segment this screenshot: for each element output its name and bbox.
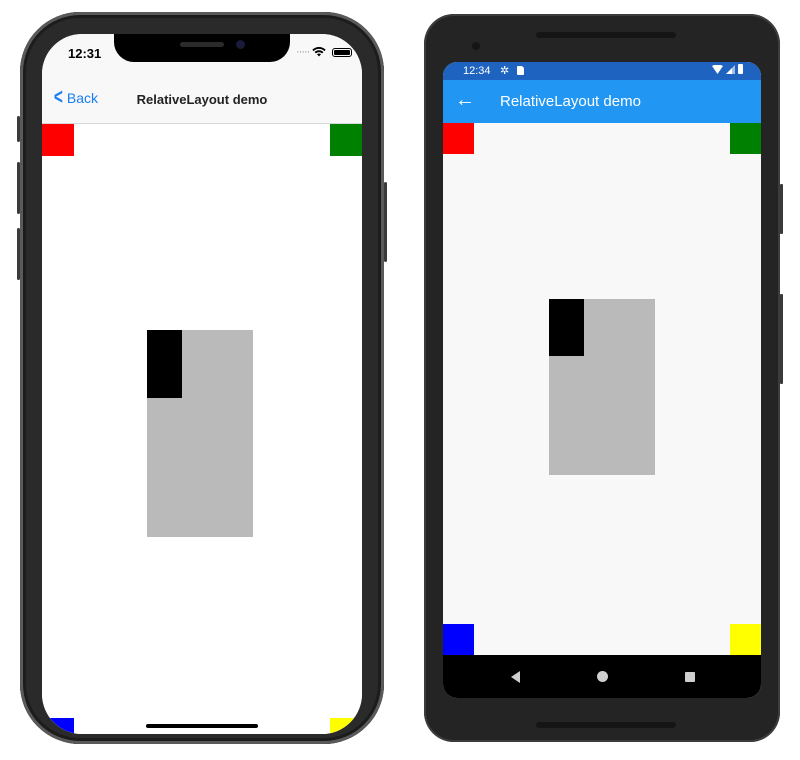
signal-dots-icon: ····· [296,46,310,58]
iphone-device: 12:31 ····· < Back RelativeLayout demo [17,12,387,744]
black-box [147,330,182,398]
home-indicator[interactable] [146,724,258,728]
blue-box [443,624,474,655]
green-box [730,123,761,154]
bottom-speaker [536,722,676,728]
black-box [549,299,584,356]
page-title: RelativeLayout demo [136,92,268,107]
nav-recents-button[interactable] [670,655,710,698]
red-box [443,123,474,154]
top-speaker [536,32,676,38]
arrow-left-icon[interactable]: ← [455,89,475,112]
ios-status-time: 12:31 [68,46,102,61]
red-box [42,124,74,156]
mute-switch [17,116,20,142]
notch [114,34,290,62]
android-status-time: 12:34 [463,65,491,77]
recents-square-icon [685,671,695,682]
front-camera [236,40,245,49]
volume-button [780,294,783,384]
android-status-bar: 12:34 ✲ [443,62,761,80]
back-triangle-icon [510,670,520,683]
android-device: 12:34 ✲ ← RelativeLayout demo [424,14,783,742]
ios-screen: 12:31 ····· < Back RelativeLayout demo [42,34,362,734]
power-button [780,184,783,234]
nav-home-button[interactable] [582,655,622,698]
gear-icon: ✲ [500,65,510,77]
relative-layout [443,123,761,655]
relative-layout [42,124,362,734]
android-navigation-bar [443,655,761,698]
earpiece-speaker [180,42,224,47]
home-circle-icon [596,671,608,682]
battery-icon [332,48,352,57]
blue-box [42,718,74,734]
battery-icon [738,64,743,74]
page-title: RelativeLayout demo [500,93,641,110]
signal-icon [726,64,735,74]
wifi-icon [712,64,723,74]
yellow-box [330,718,362,734]
yellow-box [730,624,761,655]
power-button [384,182,387,262]
sd-card-icon [517,66,524,75]
android-screen: 12:34 ✲ ← RelativeLayout demo [443,62,761,698]
ios-navigation-bar: < Back RelativeLayout demo [42,78,362,124]
volume-up-button [17,162,20,214]
nav-back-button[interactable] [495,655,535,698]
android-app-bar: ← RelativeLayout demo [443,80,761,123]
green-box [330,124,362,156]
volume-down-button [17,228,20,280]
front-camera [472,42,480,50]
wifi-icon [312,47,326,57]
